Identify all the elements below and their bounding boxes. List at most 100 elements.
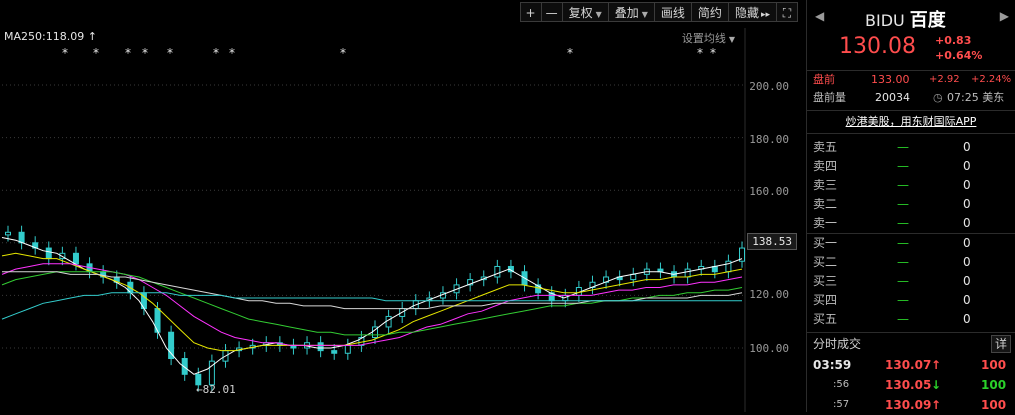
premarket-price: 133.00 — [871, 73, 910, 86]
clock-icon: ◷ — [933, 91, 943, 104]
candle-body — [168, 331, 175, 360]
bid-price: — — [897, 312, 909, 326]
event-marker-icon: * — [142, 46, 148, 60]
bid-row: 买一 — 0 — [807, 234, 1015, 253]
double-chevron-right-icon: ▸▸ — [760, 10, 770, 20]
bid-row: 买三 — 0 — [807, 272, 1015, 291]
candle-body — [18, 231, 25, 244]
ask-volume: 0 — [963, 159, 971, 173]
overlay-label: 叠加 — [614, 6, 639, 20]
stock-title: BIDU 百度 — [865, 6, 946, 32]
premarket-label: 盘前 — [813, 73, 835, 86]
candle-body — [684, 268, 691, 278]
ask-label: 卖五 — [813, 140, 838, 154]
trades-title: 分时成交 — [813, 337, 862, 351]
ma-settings-dropdown[interactable]: 设置均线 ▼ — [682, 30, 735, 46]
premarket-change: +2.92 — [929, 74, 960, 85]
premarket-volume: 20034 — [875, 91, 910, 104]
change-value: +0.83 — [935, 34, 972, 47]
last-price: 130.08 — [839, 34, 916, 59]
hide-button[interactable]: 隐藏 ▸▸ — [727, 2, 777, 22]
candle-body — [494, 265, 501, 278]
low-price-value: 82.01 — [202, 383, 236, 396]
candle-body — [45, 247, 52, 260]
trade-row: :56 130.05 ↓ 100 — [807, 375, 1015, 395]
quote-side-panel: ◀ ▶ BIDU 百度 130.08 +0.83 +0.64% 盘前 133.00… — [806, 0, 1015, 412]
ask-volume: 0 — [963, 178, 971, 192]
bid-volume: 0 — [963, 255, 971, 269]
bid-list: 买一 — 0 买二 — 0 买三 — 0 买四 — 0 买五 — 0 — [807, 234, 1015, 329]
trade-time: :57 — [833, 399, 850, 410]
event-marker-icon: * — [213, 46, 219, 60]
bid-price: — — [897, 293, 909, 307]
market-time: 07:25 美东 — [947, 91, 1005, 104]
prev-stock-icon[interactable]: ◀ — [815, 9, 824, 23]
bid-volume: 0 — [963, 274, 971, 288]
ask-row: 卖五 — 0 — [807, 138, 1015, 157]
promo-link[interactable]: 炒港美股，用东财国际APP — [807, 110, 1015, 134]
candle-body — [630, 273, 637, 281]
y-tick-label: 200.00 — [749, 80, 789, 93]
draw-line-button[interactable]: 画线 — [653, 2, 692, 22]
adjust-label: 复权 — [568, 6, 593, 20]
zoom-out-button[interactable]: — — [540, 2, 563, 22]
stock-name: 百度 — [909, 10, 946, 31]
ask-row: 卖二 — 0 — [807, 195, 1015, 214]
trades-detail-button[interactable]: 详 — [990, 335, 1011, 353]
ma250-label: MA250:118.09 ↑ — [4, 30, 97, 43]
trade-volume: 100 — [981, 358, 1007, 372]
trade-time: :56 — [833, 379, 850, 390]
y-tick-label: 180.00 — [749, 133, 789, 146]
zoom-in-button[interactable]: + — [519, 2, 542, 22]
chevron-down-icon: ▼ — [595, 10, 602, 19]
chart-toolbar: + — 复权 ▼ 叠加 ▼ 画线 简约 隐藏 ▸▸ ⛶ — [519, 2, 798, 24]
trade-volume: 100 — [981, 398, 1007, 412]
kline-chart[interactable]: * * * * * * * * * * * — [0, 0, 803, 412]
bid-volume: 0 — [963, 312, 971, 326]
ma-line — [1, 271, 743, 336]
bid-label: 买一 — [813, 236, 838, 250]
ask-price: — — [897, 178, 909, 192]
ask-price: — — [897, 140, 909, 154]
chevron-down-icon: ▼ — [641, 10, 648, 19]
trade-price: 130.09 — [885, 398, 932, 412]
stock-symbol: BIDU — [865, 11, 905, 30]
arrow-down-icon: ↓ — [931, 378, 942, 392]
trades-header: 分时成交 详 — [807, 332, 1015, 355]
arrow-up-icon: ↑ — [931, 358, 942, 372]
event-marker-icon: * — [697, 46, 703, 60]
trade-price: 130.07 — [885, 358, 932, 372]
premarket-change-pct: +2.24% — [971, 74, 1012, 85]
simple-mode-button[interactable]: 简约 — [690, 2, 729, 22]
change-percent: +0.64% — [935, 49, 983, 62]
low-price-label: ←82.01 — [196, 383, 236, 396]
ma-line — [1, 292, 742, 320]
candle-body — [317, 342, 324, 352]
hide-label: 隐藏 — [734, 6, 759, 20]
premarket-volume-row: 盘前量 20034 ◷ 07:25 美东 — [807, 89, 1015, 107]
ask-list: 卖五 — 0 卖四 — 0 卖三 — 0 卖二 — 0 卖一 — 0 — [807, 138, 1015, 233]
adjust-dropdown[interactable]: 复权 ▼ — [561, 2, 609, 22]
ask-row: 卖一 — 0 — [807, 214, 1015, 233]
candle-body — [331, 350, 338, 354]
fullscreen-icon[interactable]: ⛶ — [776, 2, 798, 22]
y-tick-label: 100.00 — [749, 342, 789, 355]
overlay-dropdown[interactable]: 叠加 ▼ — [607, 2, 655, 22]
ask-label: 卖二 — [813, 197, 838, 211]
ma250-value: MA250:118.09 — [4, 30, 85, 43]
ma-line — [1, 237, 743, 375]
ask-label: 卖四 — [813, 159, 838, 173]
next-stock-icon[interactable]: ▶ — [1000, 9, 1009, 23]
bid-price: — — [897, 236, 909, 250]
event-marker-icon: * — [229, 46, 235, 60]
trade-row: :57 130.09 ↑ 100 — [807, 395, 1015, 415]
ask-row: 卖四 — 0 — [807, 157, 1015, 176]
candle-body — [344, 344, 351, 354]
last-price-tag: 138.53 — [747, 233, 797, 250]
y-tick-label: 120.00 — [749, 288, 789, 301]
arrow-up-icon: ↑ — [931, 398, 942, 412]
event-marker-icon: * — [62, 46, 68, 60]
event-marker-icon: * — [125, 46, 131, 60]
trades-list: 03:59 130.07 ↑ 100 :56 130.05 ↓ 100 :57 … — [807, 355, 1015, 415]
kline-chart-panel[interactable]: * * * * * * * * * * * + — 复权 ▼ 叠加 ▼ 画线 简约 隐藏 ▸▸ ⛶ MA2… — [0, 0, 803, 412]
